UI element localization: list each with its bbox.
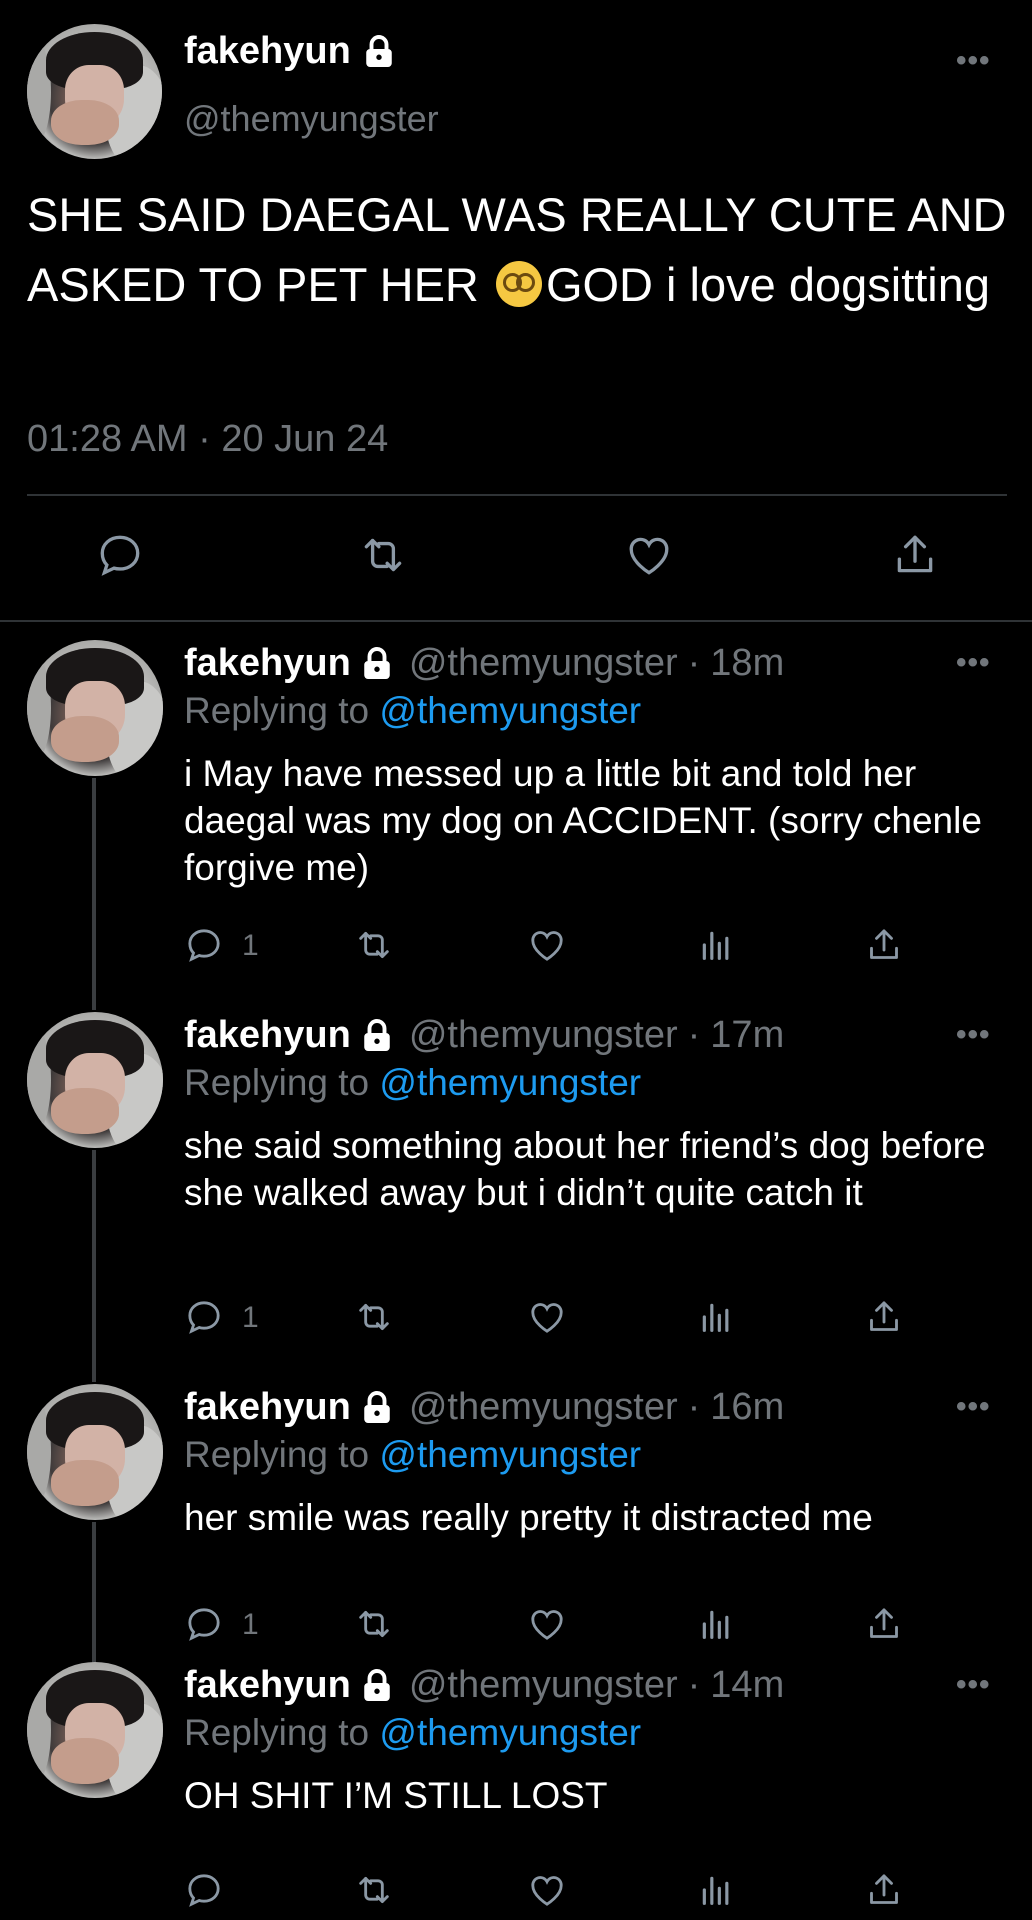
retweet-icon[interactable] <box>356 530 410 580</box>
replying-to: Replying to @themyungster <box>184 1434 641 1476</box>
share-icon[interactable] <box>864 1870 904 1910</box>
display-name[interactable]: fakehyun <box>184 642 351 685</box>
avatar[interactable] <box>27 1384 163 1520</box>
timestamp[interactable]: 01:28 AM · 20 Jun 24 <box>27 418 388 461</box>
avatar[interactable] <box>27 1012 163 1148</box>
handle[interactable]: @themyungster <box>184 98 439 140</box>
comment-icon[interactable] <box>184 1297 224 1337</box>
reply-tweet[interactable]: fakehyun @themyungster · 14m ••• Replyin… <box>0 1662 1032 1920</box>
replying-to: Replying to @themyungster <box>184 690 641 732</box>
separator: · <box>687 1664 701 1706</box>
action-bar: 1 <box>184 1297 944 1345</box>
reply-text: i May have messed up a little bit and to… <box>184 753 982 888</box>
share-icon[interactable] <box>864 1604 904 1644</box>
more-icon[interactable]: ••• <box>956 44 991 78</box>
replying-to-link[interactable]: @themyungster <box>379 1062 641 1103</box>
dizzy-face-emoji-icon <box>495 261 542 307</box>
reply-tweet[interactable]: fakehyun @themyungster · 16m ••• Replyin… <box>0 1384 1032 1684</box>
divider <box>27 494 1007 496</box>
retweet-icon[interactable] <box>352 925 396 965</box>
action-bar: 1 <box>184 925 944 973</box>
separator: · <box>687 642 701 684</box>
action-bar: 1 <box>184 1604 944 1652</box>
relative-time[interactable]: 14m <box>710 1664 784 1707</box>
comment-icon[interactable] <box>184 925 224 965</box>
display-name[interactable]: fakehyun <box>184 1386 351 1429</box>
lock-icon <box>359 1018 395 1054</box>
reply-header: fakehyun @themyungster · 17m <box>184 1014 784 1057</box>
divider <box>0 620 1032 622</box>
lock-icon <box>359 646 395 682</box>
display-name[interactable]: fakehyun <box>184 1014 351 1057</box>
relative-time[interactable]: 17m <box>710 1014 784 1057</box>
retweet-icon[interactable] <box>352 1870 396 1910</box>
lock-icon <box>359 1668 395 1704</box>
like-icon[interactable] <box>527 925 567 965</box>
reply-text: her smile was really pretty it distracte… <box>184 1497 873 1538</box>
analytics-icon[interactable] <box>696 1297 736 1337</box>
avatar[interactable] <box>27 24 162 159</box>
separator: · <box>687 1386 701 1428</box>
analytics-icon[interactable] <box>696 1870 736 1910</box>
handle[interactable]: @themyungster <box>409 642 678 685</box>
share-icon[interactable] <box>864 1297 904 1337</box>
more-icon[interactable]: ••• <box>956 1390 991 1424</box>
reply-text: she said something about her friend’s do… <box>184 1125 986 1213</box>
reply-tweet[interactable]: fakehyun @themyungster · 17m ••• Replyin… <box>0 1012 1032 1372</box>
reply-tweet[interactable]: fakehyun @themyungster · 18m ••• Replyin… <box>0 640 1032 1000</box>
avatar[interactable] <box>27 1662 163 1798</box>
tweet-text-part2: GOD i love dogsitting <box>545 258 991 311</box>
handle[interactable]: @themyungster <box>409 1664 678 1707</box>
replying-to-link[interactable]: @themyungster <box>379 1434 641 1475</box>
analytics-icon[interactable] <box>696 925 736 965</box>
relative-time[interactable]: 16m <box>710 1386 784 1429</box>
reply-count: 1 <box>242 929 259 962</box>
lock-icon <box>361 34 397 70</box>
like-icon[interactable] <box>527 1297 567 1337</box>
comment-icon[interactable] <box>184 1870 224 1910</box>
replying-to-link[interactable]: @themyungster <box>379 1712 641 1753</box>
reply-header: fakehyun @themyungster · 18m <box>184 642 784 685</box>
retweet-icon[interactable] <box>352 1604 396 1644</box>
separator: · <box>687 1014 701 1056</box>
action-bar <box>184 1870 944 1918</box>
comment-icon[interactable] <box>184 1604 224 1644</box>
lock-icon <box>359 1390 395 1426</box>
replying-label: Replying to <box>184 1434 370 1475</box>
tweet-text: SHE SAID DAEGAL WAS REALLY CUTE AND ASKE… <box>27 180 1007 320</box>
reply-text: OH SHIT I’M STILL LOST <box>184 1775 608 1816</box>
reply-header: fakehyun @themyungster · 16m <box>184 1386 784 1429</box>
share-icon[interactable] <box>890 530 940 580</box>
more-icon[interactable]: ••• <box>956 1668 991 1702</box>
handle[interactable]: @themyungster <box>409 1014 678 1057</box>
handle[interactable]: @themyungster <box>409 1386 678 1429</box>
retweet-icon[interactable] <box>352 1297 396 1337</box>
display-name[interactable]: fakehyun <box>184 1664 351 1707</box>
more-icon[interactable]: ••• <box>956 1018 991 1052</box>
like-icon[interactable] <box>624 530 674 580</box>
replying-label: Replying to <box>184 1062 370 1103</box>
share-icon[interactable] <box>864 925 904 965</box>
comment-icon[interactable] <box>95 530 145 580</box>
action-bar <box>0 530 1032 590</box>
relative-time[interactable]: 18m <box>710 642 784 685</box>
like-icon[interactable] <box>527 1604 567 1644</box>
display-name[interactable]: fakehyun <box>184 30 351 73</box>
reply-count: 1 <box>242 1608 259 1641</box>
reply-header: fakehyun @themyungster · 14m <box>184 1664 784 1707</box>
more-icon[interactable]: ••• <box>956 646 991 680</box>
replying-to: Replying to @themyungster <box>184 1062 641 1104</box>
display-name-row[interactable]: fakehyun <box>184 30 397 73</box>
reply-count: 1 <box>242 1301 259 1334</box>
like-icon[interactable] <box>527 1870 567 1910</box>
replying-to-link[interactable]: @themyungster <box>379 690 641 731</box>
analytics-icon[interactable] <box>696 1604 736 1644</box>
avatar[interactable] <box>27 640 163 776</box>
replying-to: Replying to @themyungster <box>184 1712 641 1754</box>
replying-label: Replying to <box>184 1712 370 1753</box>
replying-label: Replying to <box>184 690 370 731</box>
main-tweet: fakehyun @themyungster ••• SHE SAID DAEG… <box>0 0 1032 620</box>
